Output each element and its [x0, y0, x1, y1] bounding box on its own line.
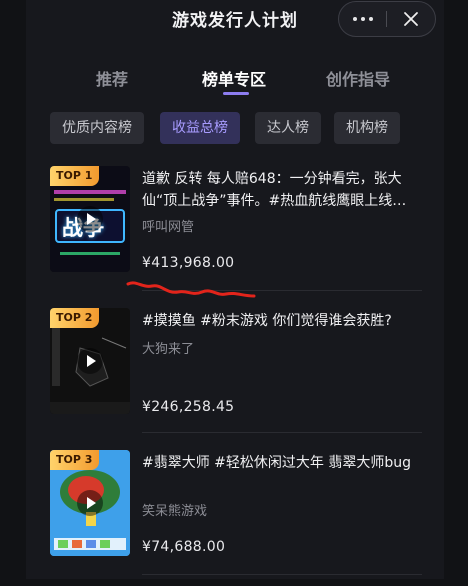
tab-rankings[interactable]: 榜单专区 — [202, 66, 266, 90]
author-name[interactable]: 呼叫网管 — [142, 216, 194, 235]
video-title[interactable]: #翡翠大师 #轻松休闲过大年 翡翠大师bug — [142, 452, 422, 474]
active-tab-indicator — [223, 92, 249, 95]
ranking-item[interactable]: TOP 3 #翡翠大师 #轻松休闲过大年 翡翠大师bug 笑呆熊游戏 ¥74,6… — [50, 450, 422, 586]
ranking-item[interactable]: TOP 2 #摸摸鱼 #粉末游戏 你们觉得谁会获胜? 大狗来了 ¥246,258… — [50, 308, 422, 444]
earnings-amount: ¥246,258.45 — [142, 399, 235, 415]
play-icon — [77, 348, 103, 374]
earnings-amount: ¥413,968.00 — [142, 255, 235, 271]
video-thumbnail[interactable]: 战争 TOP 1 — [50, 166, 130, 272]
author-name[interactable]: 笑呆熊游戏 — [142, 500, 207, 519]
play-icon — [77, 490, 103, 516]
chip-agencies[interactable]: 机构榜 — [334, 112, 400, 144]
chip-creators[interactable]: 达人榜 — [255, 112, 321, 144]
item-divider — [142, 432, 422, 433]
tab-recommend[interactable]: 推荐 — [96, 66, 128, 90]
rank-badge: TOP 3 — [50, 450, 100, 470]
item-divider — [142, 574, 422, 575]
tab-creation-guide[interactable]: 创作指导 — [326, 66, 390, 90]
author-name[interactable]: 大狗来了 — [142, 338, 194, 357]
play-icon — [77, 206, 103, 232]
video-title[interactable]: 道歉 反转 每人赔648：一分钟看完，张大仙“顶上战争”事件。#热血航线鹰眼上线… — [142, 168, 422, 212]
chip-total-earnings[interactable]: 收益总榜 — [160, 112, 240, 144]
rank-badge: TOP 1 — [50, 166, 100, 186]
video-thumbnail[interactable]: TOP 3 — [50, 450, 130, 556]
video-title[interactable]: #摸摸鱼 #粉末游戏 你们觉得谁会获胜? — [142, 310, 422, 332]
earnings-amount: ¥74,688.00 — [142, 539, 226, 555]
red-annotation-scribble — [126, 281, 256, 298]
video-thumbnail[interactable]: TOP 2 — [50, 308, 130, 414]
header: 游戏发行人计划 — [26, 0, 444, 44]
more-icon[interactable] — [339, 2, 386, 36]
chip-quality-content[interactable]: 优质内容榜 — [50, 112, 144, 144]
rank-badge: TOP 2 — [50, 308, 100, 328]
close-icon[interactable] — [387, 2, 434, 36]
tab-bar: 推荐 榜单专区 创作指导 — [26, 58, 444, 98]
mini-program-capsule — [338, 1, 436, 37]
app-frame: 游戏发行人计划 推荐 榜单专区 创作指导 优质内容榜 收益总榜 达人榜 机构榜 — [26, 0, 444, 579]
